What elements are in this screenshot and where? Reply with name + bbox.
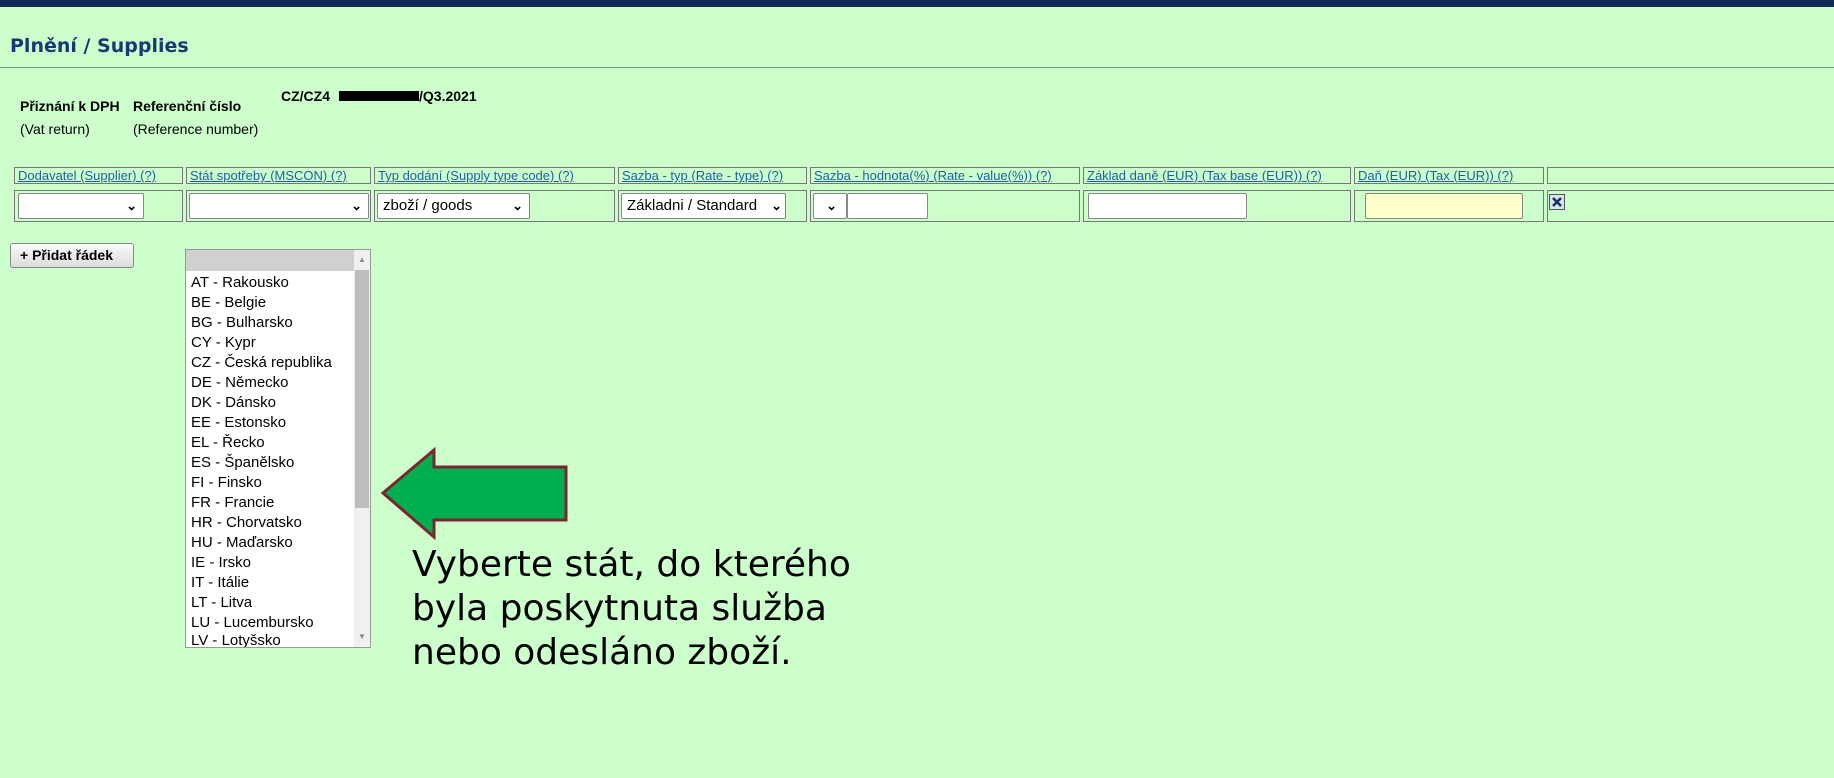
- chevron-down-icon: ⌄: [126, 198, 137, 213]
- annotation-line: byla poskytnuta služba: [412, 588, 827, 629]
- header-tax-base: Základ daně (EUR) (Tax base (EUR)) (?): [1083, 167, 1351, 184]
- header-tax-link[interactable]: Daň (EUR) (Tax (EUR)) (?): [1358, 168, 1513, 183]
- header-rate-value-link[interactable]: Sazba - hodnota(%) (Rate - value(%)) (?): [814, 168, 1052, 183]
- header-mscon-link[interactable]: Stát spotřeby (MSCON) (?): [190, 168, 347, 183]
- header-rate-value: Sazba - hodnota(%) (Rate - value(%)) (?): [810, 167, 1080, 184]
- dropdown-option[interactable]: ES - Španělsko: [191, 453, 294, 473]
- header-supply-type-link[interactable]: Typ dodání (Supply type code) (?): [378, 168, 574, 183]
- header-rate-type-link[interactable]: Sazba - typ (Rate - type) (?): [622, 168, 783, 183]
- rate-value-select[interactable]: ⌄: [813, 193, 847, 219]
- dropdown-option[interactable]: CY - Kypr: [191, 333, 256, 353]
- rate-type-select[interactable]: Základni / Standard ⌄: [621, 193, 786, 219]
- header-tax-base-link[interactable]: Základ daně (EUR) (Tax base (EUR)) (?): [1087, 168, 1322, 183]
- mscon-select[interactable]: ⌄: [189, 193, 369, 219]
- dropdown-option[interactable]: BE - Belgie: [191, 293, 266, 313]
- dropdown-option[interactable]: CZ - Česká republika: [191, 353, 332, 373]
- dropdown-option[interactable]: AT - Rakousko: [191, 273, 289, 293]
- reference-number-label: Referenční číslo: [133, 98, 242, 114]
- supply-type-select[interactable]: zboží / goods ⌄: [377, 193, 530, 219]
- close-x-icon: [1552, 197, 1562, 207]
- header-supplier: Dodavatel (Supplier) (?): [14, 167, 183, 184]
- header-supply-type: Typ dodání (Supply type code) (?): [374, 167, 615, 184]
- rate-type-select-value: Základni / Standard: [627, 197, 758, 214]
- header-tax: Daň (EUR) (Tax (EUR)) (?): [1354, 167, 1544, 184]
- dropdown-option[interactable]: DE - Německo: [191, 373, 289, 393]
- dropdown-option[interactable]: IE - Irsko: [191, 553, 251, 573]
- dropdown-option[interactable]: FR - Francie: [191, 493, 274, 513]
- dropdown-option[interactable]: LT - Litva: [191, 593, 252, 613]
- top-bar: [0, 0, 1834, 7]
- cell-actions: [1547, 190, 1834, 222]
- tax-base-input[interactable]: [1088, 193, 1247, 219]
- dropdown-option[interactable]: HU - Maďarsko: [191, 533, 293, 553]
- chevron-down-icon: ⌄: [771, 198, 782, 213]
- dropdown-option[interactable]: BG - Bulharsko: [191, 313, 293, 333]
- dropdown-option[interactable]: HR - Chorvatsko: [191, 513, 302, 533]
- chevron-down-icon: ⌄: [512, 198, 523, 213]
- dropdown-option[interactable]: DK - Dánsko: [191, 393, 276, 413]
- header-rate-type: Sazba - typ (Rate - type) (?): [618, 167, 807, 184]
- chevron-down-icon: ⌄: [351, 198, 362, 213]
- dropdown-option[interactable]: IT - Itálie: [191, 573, 249, 593]
- add-row-button[interactable]: + Přidat řádek: [10, 243, 134, 268]
- vat-return-label: Přiznání k DPH: [20, 98, 120, 114]
- header-supplier-link[interactable]: Dodavatel (Supplier) (?): [18, 168, 156, 183]
- annotation-line: nebo odesláno zboží.: [412, 632, 792, 673]
- page-title: Plnění / Supplies: [10, 35, 189, 57]
- scroll-down-icon[interactable]: ▼: [354, 629, 370, 645]
- dropdown-option-empty[interactable]: [186, 250, 354, 271]
- dropdown-option[interactable]: LU - Lucembursko: [191, 613, 314, 633]
- supplier-select[interactable]: ⌄: [18, 193, 144, 219]
- left-arrow-icon: [380, 446, 568, 541]
- reference-number-label-en: (Reference number): [133, 121, 259, 137]
- annotation-text: Vyberte stát, do kterého byla poskytnuta…: [412, 543, 932, 675]
- scroll-up-icon[interactable]: ▲: [354, 252, 370, 268]
- header-mscon: Stát spotřeby (MSCON) (?): [186, 167, 371, 184]
- title-divider: [0, 67, 1834, 68]
- header-filler: [1547, 167, 1834, 184]
- vat-return-label-en: (Vat return): [20, 121, 90, 137]
- supply-type-select-value: zboží / goods: [383, 197, 473, 214]
- reference-number-suffix: /Q3.2021: [419, 88, 477, 104]
- rate-value-input[interactable]: [847, 193, 928, 219]
- dropdown-option[interactable]: EE - Estonsko: [191, 413, 286, 433]
- redaction-bar: [339, 91, 419, 101]
- dropdown-option[interactable]: FI - Finsko: [191, 473, 262, 493]
- dropdown-scrollbar-thumb[interactable]: [355, 270, 369, 508]
- chevron-down-icon: ⌄: [826, 198, 837, 213]
- annotation-line: Vyberte stát, do kterého: [412, 544, 851, 585]
- dropdown-option[interactable]: LV - Lotyšsko: [191, 631, 281, 647]
- tax-input[interactable]: [1365, 193, 1523, 219]
- dropdown-option[interactable]: EL - Řecko: [191, 433, 265, 453]
- country-dropdown-list: AT - Rakousko BE - Belgie BG - Bulharsko…: [185, 249, 371, 648]
- delete-row-button[interactable]: [1549, 194, 1565, 210]
- reference-number-prefix: CZ/CZ4: [281, 88, 330, 104]
